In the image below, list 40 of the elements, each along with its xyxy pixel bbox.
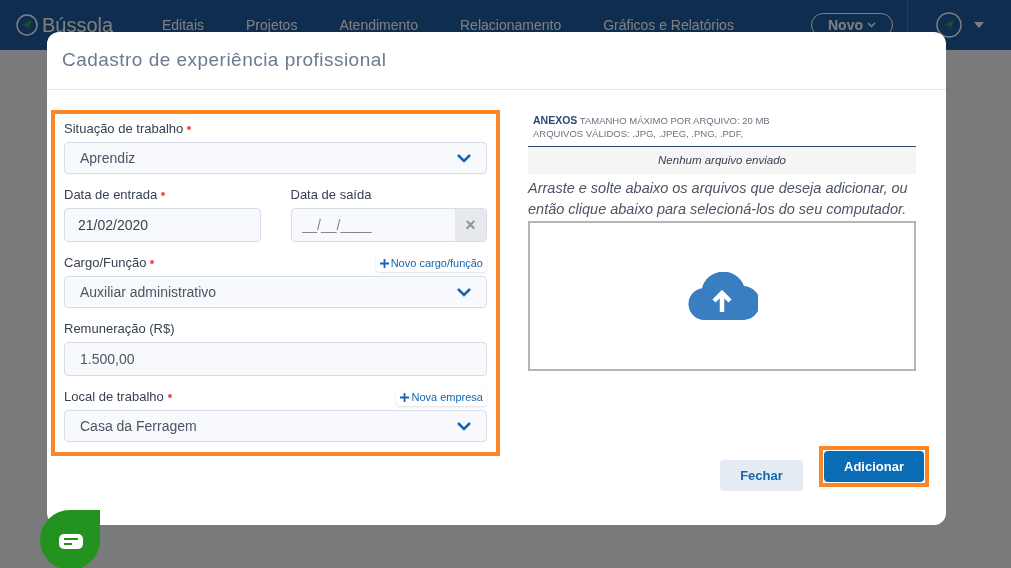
nav-link[interactable]: Relacionamento xyxy=(460,14,562,36)
drop-instructions: Arraste e solte abaixo os arquivos que deseja adicionar, ou então clique abaixo para selecioná-los do seu computador. xyxy=(528,179,909,219)
drop-zone[interactable] xyxy=(528,221,916,371)
nav-link[interactable]: Atendimento xyxy=(339,14,418,36)
field-label: Data de entrada xyxy=(64,186,158,205)
clear-button[interactable]: × xyxy=(455,209,486,241)
modal-title: Cadastro de experiência profissional xyxy=(62,48,387,73)
add-button[interactable]: Nova empresa xyxy=(396,388,487,406)
nav-link[interactable]: Projetos xyxy=(246,14,298,36)
field-label: Cargo/Função xyxy=(64,254,147,273)
compass-icon xyxy=(16,14,38,36)
close-button[interactable]: Fechar xyxy=(720,460,803,491)
field-label: Data de saída xyxy=(290,186,372,205)
chevron-down-icon xyxy=(457,153,471,163)
chevron-down-icon xyxy=(867,22,876,28)
caret-down-icon[interactable] xyxy=(973,22,984,28)
avatar-icon[interactable] xyxy=(935,12,962,38)
date-field[interactable]: 21/02/2020 xyxy=(64,208,261,242)
chevron-down-icon xyxy=(457,421,471,431)
attachment-limits: ANEXOS TAMANHO MÁXIMO POR ARQUIVO: 20 MB xyxy=(533,114,771,127)
add-submit-button[interactable]: Adicionar xyxy=(824,451,924,482)
plus-icon xyxy=(379,258,389,268)
text-field[interactable]: 1.500,00 xyxy=(64,342,487,376)
nav-link[interactable]: Gráficos e Relatórios xyxy=(603,14,734,36)
date-field[interactable]: __/__/____ × xyxy=(290,208,487,242)
plus-icon xyxy=(400,392,410,402)
nav-link[interactable]: Editais xyxy=(162,14,205,36)
select-field[interactable]: Auxiliar administrativo xyxy=(64,276,487,308)
cloud-upload-icon xyxy=(686,272,758,320)
field-label: Situação de trabalho xyxy=(64,120,184,139)
add-button[interactable]: Novo cargo/função xyxy=(375,254,487,272)
logo-text: Bússola xyxy=(42,13,114,38)
field-label: Remuneração (R$) xyxy=(64,320,175,339)
valid-formats: ARQUIVOS VÁLIDOS: .JPG, .JPEG, .PNG, .PDF, xyxy=(533,127,745,140)
select-field[interactable]: Aprendiz xyxy=(64,142,487,174)
select-field[interactable]: Casa da Ferragem xyxy=(64,410,487,442)
chevron-down-icon xyxy=(457,287,471,297)
field-label: Local de trabalho xyxy=(64,388,164,407)
empty-message: Nenhum arquivo enviado xyxy=(528,147,916,174)
chat-button[interactable] xyxy=(40,510,102,568)
